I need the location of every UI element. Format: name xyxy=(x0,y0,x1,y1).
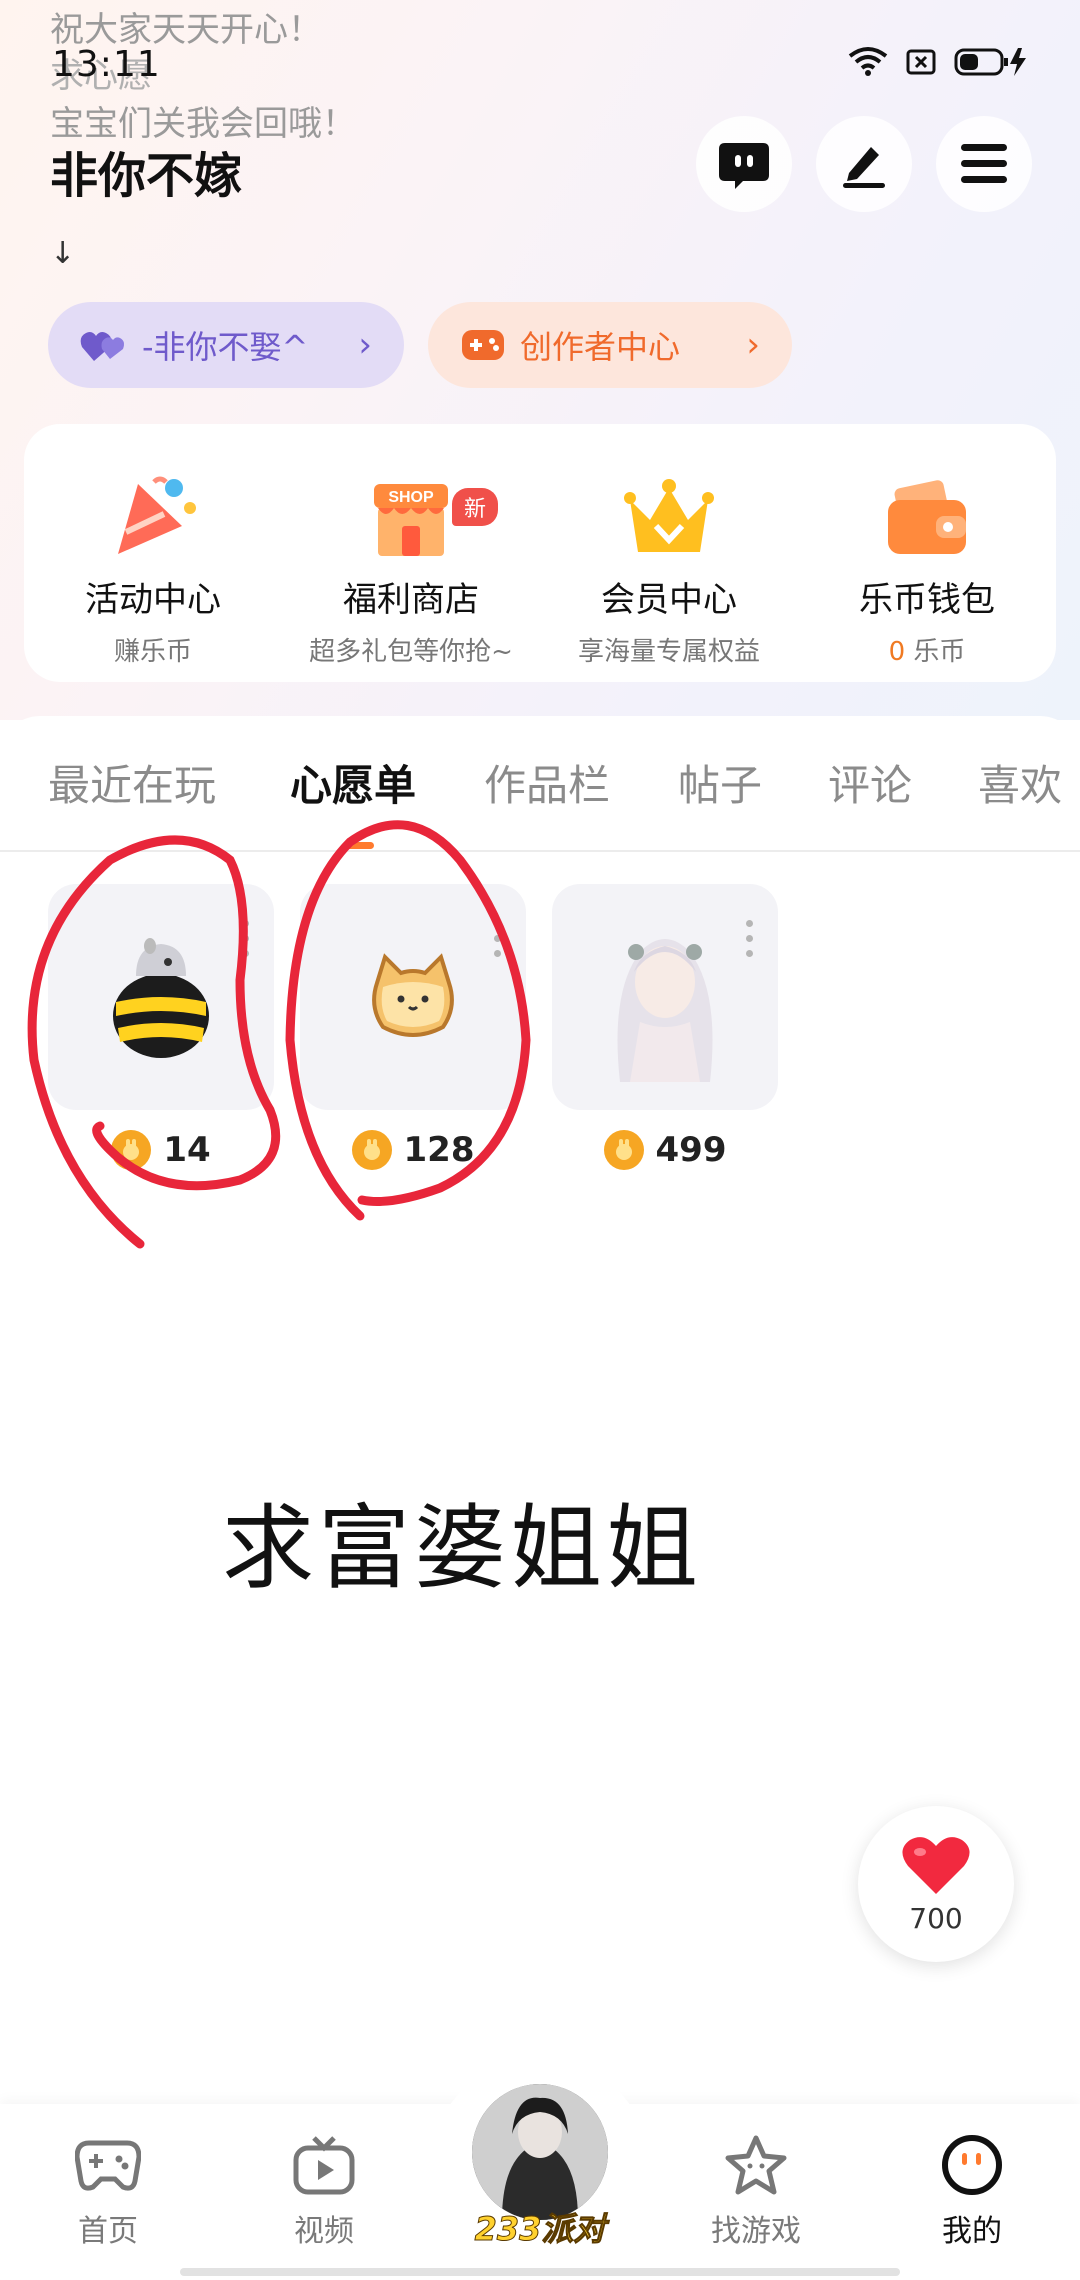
nav-label: 视频 xyxy=(294,2214,354,2249)
bee-bottle-item-image xyxy=(48,884,274,1110)
creator-center-label: 创作者中心 xyxy=(520,328,681,366)
rabbit-coin-icon xyxy=(603,1130,644,1170)
quick-link-title: 会员中心 xyxy=(601,580,737,620)
activity-center-link[interactable]: 活动中心 赚乐币 xyxy=(24,464,282,668)
home-indicator xyxy=(180,2268,900,2276)
like-button[interactable]: 700 xyxy=(858,1806,1014,1962)
more-options-icon[interactable] xyxy=(746,920,753,957)
wifi-icon xyxy=(848,47,888,76)
more-options-icon[interactable] xyxy=(494,920,501,957)
heart-icon xyxy=(902,1836,970,1894)
nav-label: 首页 xyxy=(78,2214,138,2249)
quick-link-subtitle: 赚乐币 xyxy=(113,637,192,667)
wallet-balance: 0 xyxy=(888,637,906,667)
nav-me[interactable]: 我的 xyxy=(902,2130,1042,2250)
coin-wallet-link[interactable]: 乐币钱包 0 乐币 xyxy=(798,464,1056,668)
quick-link-title: 福利商店 xyxy=(343,580,479,620)
chat-bubble-icon xyxy=(719,143,769,189)
edit-profile-button[interactable] xyxy=(816,116,912,212)
vip-center-link[interactable]: 会员中心 享海量专属权益 xyxy=(540,464,798,668)
quick-links-card: 活动中心 赚乐币 新 SHOP 福利商店 超多礼包等你抢~ 会员中心 享海量专属… xyxy=(24,424,1056,682)
battery-icon xyxy=(954,48,1026,76)
nav-label: 找游戏 xyxy=(711,2214,801,2249)
new-badge: 新 xyxy=(452,488,499,526)
party-233-avatar-button[interactable] xyxy=(468,2080,612,2224)
tab-wishlist[interactable]: 心愿单 xyxy=(290,752,416,813)
nav-find-games[interactable]: 找游戏 xyxy=(686,2130,826,2250)
welfare-shop-link[interactable]: 新 SHOP 福利商店 超多礼包等你抢~ xyxy=(282,464,540,668)
tabs-divider xyxy=(0,850,1080,852)
tab-recently-played[interactable]: 最近在玩 xyxy=(48,752,216,813)
message-button[interactable] xyxy=(696,116,792,212)
wishlist-item-card[interactable]: 14 xyxy=(48,884,274,1170)
chevron-right-icon: › xyxy=(358,325,372,365)
crown-icon xyxy=(540,464,798,560)
wishlist-price-value: 499 xyxy=(655,1130,727,1170)
party-popper-icon xyxy=(24,464,282,560)
couple-pill-label: -非你不娶^ xyxy=(142,328,309,366)
gamepad-icon xyxy=(38,2130,178,2200)
nav-video[interactable]: 视频 xyxy=(254,2130,394,2250)
profile-tabs: 最近在玩 心愿单 作品栏 帖子 评论 喜欢 xyxy=(0,752,1080,822)
wishlist-item-card[interactable]: 499 xyxy=(552,884,778,1170)
rabbit-coin-icon xyxy=(351,1130,392,1170)
cat-bread-item-image xyxy=(300,884,526,1110)
hamburger-icon xyxy=(961,144,1007,183)
more-options-icon[interactable] xyxy=(242,920,249,957)
creator-center-button[interactable]: 创作者中心 › xyxy=(428,302,792,388)
wallet-icon xyxy=(798,464,1056,560)
quick-link-subtitle: 享海量专属权益 xyxy=(577,637,760,667)
profile-nickname: 非你不嫁 xyxy=(50,148,243,204)
double-heart-icon xyxy=(80,327,128,363)
menu-button[interactable] xyxy=(936,116,1032,212)
smiley-face-icon xyxy=(902,2130,1042,2200)
sim-card-icon xyxy=(906,49,936,75)
party-233-label: 233派对 xyxy=(474,2210,606,2249)
quick-link-title: 乐币钱包 xyxy=(859,580,995,620)
status-time: 13:11 xyxy=(52,44,161,85)
like-count: 700 xyxy=(909,1901,963,1935)
star-face-icon xyxy=(686,2130,826,2200)
wishlist-item-card[interactable]: 128 xyxy=(300,884,526,1170)
nav-home[interactable]: 首页 xyxy=(38,2130,178,2250)
quick-link-subtitle: 超多礼包等你抢~ xyxy=(309,637,513,667)
shop-icon: SHOP xyxy=(282,464,540,560)
couple-pill-button[interactable]: -非你不娶^ › xyxy=(48,302,404,388)
quick-link-subtitle: 0 乐币 xyxy=(798,631,1056,668)
svg-text:SHOP: SHOP xyxy=(388,489,434,506)
tab-works[interactable]: 作品栏 xyxy=(484,752,610,813)
chevron-right-icon: › xyxy=(746,325,760,365)
pen-icon xyxy=(843,147,885,188)
wishlist-price: 14 xyxy=(48,1130,274,1170)
tab-likes[interactable]: 喜欢 xyxy=(978,752,1062,813)
wishlist-price-value: 14 xyxy=(163,1130,211,1170)
wallet-unit: 乐币 xyxy=(913,637,966,667)
anime-girl-avatar-item-image xyxy=(552,884,778,1110)
wishlist-price: 499 xyxy=(552,1130,778,1170)
gamepad-icon xyxy=(460,326,506,364)
party-avatar-image xyxy=(472,2084,608,2220)
quick-link-title: 活动中心 xyxy=(85,580,221,620)
wishlist-price: 128 xyxy=(300,1130,526,1170)
status-icons xyxy=(848,46,1028,78)
overlay-caption: 求富婆姐姐 xyxy=(222,1495,703,1602)
nav-label: 我的 xyxy=(942,2214,1002,2249)
active-tab-indicator xyxy=(344,842,374,849)
tab-posts[interactable]: 帖子 xyxy=(678,752,762,813)
tab-comments[interactable]: 评论 xyxy=(828,752,912,813)
arrow-down-text: ↓ xyxy=(50,236,76,271)
tv-icon xyxy=(254,2130,394,2200)
wishlist-price-value: 128 xyxy=(403,1130,475,1170)
rabbit-coin-icon xyxy=(111,1130,152,1170)
